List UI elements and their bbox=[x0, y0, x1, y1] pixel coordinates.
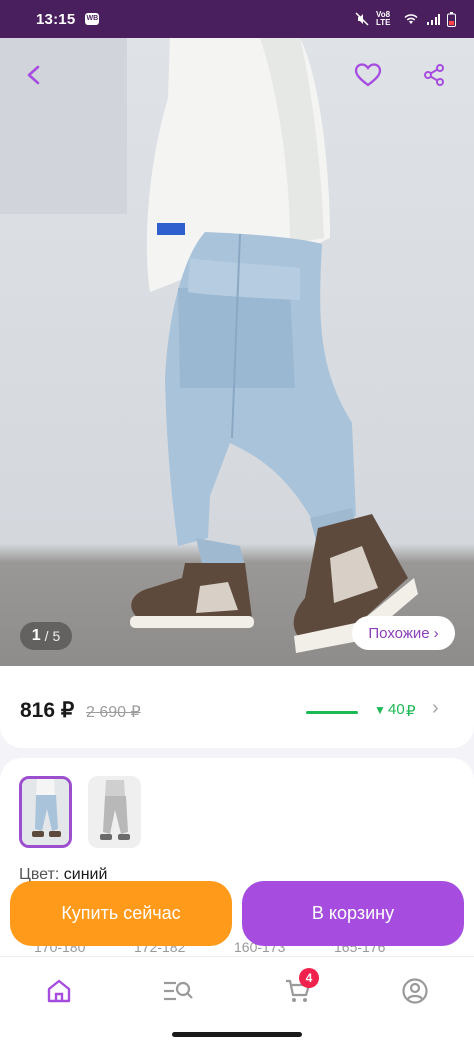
status-time: 13:15 bbox=[36, 10, 76, 28]
buy-now-button[interactable]: Купить сейчас bbox=[10, 881, 232, 946]
catalog-search-icon bbox=[164, 981, 193, 1001]
current-price: 816 ₽ bbox=[20, 699, 75, 722]
old-price: 2 690 ₽ bbox=[86, 704, 141, 721]
product-image-gallery[interactable]: 1 / 5 Похожие › bbox=[0, 38, 474, 670]
favorite-button[interactable] bbox=[348, 55, 388, 95]
price-drop-arrow-icon: ▼ bbox=[374, 703, 386, 717]
app-notification-badge: WB bbox=[85, 13, 100, 25]
status-bar: 13:15 WB Vo8 LTE bbox=[0, 0, 474, 38]
similar-label: Похожие bbox=[368, 624, 430, 642]
network-label: Vo8 LTE bbox=[376, 10, 391, 27]
price-drop-currency: ₽ bbox=[406, 703, 416, 720]
heart-icon bbox=[354, 63, 382, 87]
nav-profile[interactable] bbox=[399, 975, 431, 1007]
pager-total: 5 bbox=[52, 628, 61, 644]
nav-home[interactable] bbox=[43, 975, 75, 1007]
color-variant-thumb-selected[interactable] bbox=[19, 776, 72, 848]
profile-icon bbox=[402, 978, 428, 1004]
product-photo bbox=[130, 38, 418, 653]
nav-catalog[interactable] bbox=[162, 975, 194, 1007]
back-button[interactable] bbox=[14, 55, 54, 95]
cart-count-badge: 4 bbox=[299, 968, 319, 988]
signal-icon bbox=[427, 14, 440, 25]
system-gesture-area bbox=[0, 1022, 474, 1052]
variant-thumbnail-image bbox=[22, 779, 69, 845]
share-icon bbox=[424, 64, 444, 86]
home-gesture-bar[interactable] bbox=[172, 1032, 302, 1037]
status-icons: Vo8 LTE bbox=[355, 11, 456, 27]
price-trend-line bbox=[306, 711, 358, 714]
variant-thumbnail-image bbox=[88, 776, 141, 848]
battery-icon bbox=[447, 11, 456, 27]
bottom-navigation bbox=[0, 956, 474, 1022]
chevron-right-icon: › bbox=[433, 624, 439, 642]
home-icon bbox=[47, 979, 71, 1003]
mute-icon bbox=[355, 12, 369, 26]
pager-separator: / bbox=[44, 628, 49, 644]
wifi-icon bbox=[404, 14, 418, 24]
add-to-cart-button[interactable]: В корзину bbox=[242, 881, 464, 946]
share-button[interactable] bbox=[414, 55, 454, 95]
similar-products-button[interactable]: Похожие › bbox=[352, 616, 455, 650]
color-variant-thumb[interactable] bbox=[88, 776, 141, 848]
price-details-chevron-icon[interactable]: › bbox=[432, 697, 439, 720]
price-drop-value[interactable]: 40 bbox=[388, 701, 405, 718]
image-pager: 1 / 5 bbox=[20, 622, 72, 650]
back-arrow-icon bbox=[27, 65, 40, 85]
pager-current: 1 bbox=[31, 627, 41, 644]
price-card: 816 ₽ 2 690 ₽ ▼ 40 ₽ › bbox=[0, 666, 474, 748]
